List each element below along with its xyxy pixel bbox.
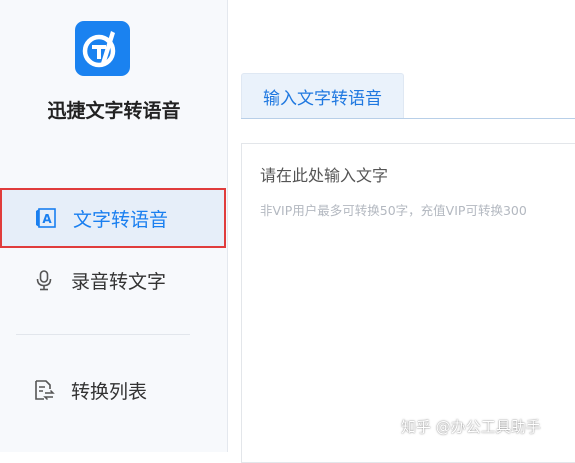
sidebar: 迅捷文字转语音 A 文字转语音 录音转文字 转换列表: [0, 0, 228, 452]
convert-list-icon: [33, 379, 55, 401]
sidebar-item-label: 文字转语音: [73, 208, 169, 231]
tab-underline: [241, 118, 575, 119]
sidebar-divider: [16, 334, 190, 335]
sidebar-item-speech-to-text[interactable]: 录音转文字: [0, 250, 226, 310]
app-title: 迅捷文字转语音: [47, 100, 181, 122]
text-a-icon: A: [35, 207, 57, 229]
watermark: 知乎 @办公工具助手: [401, 418, 541, 436]
sidebar-item-label: 录音转文字: [71, 270, 167, 293]
sidebar-item-label: 转换列表: [71, 380, 148, 403]
sidebar-item-convert-list[interactable]: 转换列表: [0, 360, 226, 420]
vip-limit-hint: 非VIP用户最多可转换50字，充值VIP可转换300: [260, 203, 527, 218]
app-logo-icon: [82, 31, 116, 68]
svg-text:A: A: [42, 212, 52, 226]
text-input-area[interactable]: 请在此处输入文字 非VIP用户最多可转换50字，充值VIP可转换300: [241, 143, 575, 463]
tab-text-to-speech-input[interactable]: 输入文字转语音: [241, 73, 404, 118]
text-input-placeholder: 请在此处输入文字: [260, 166, 389, 185]
sidebar-item-text-to-speech[interactable]: A 文字转语音: [0, 188, 226, 248]
microphone-icon: [33, 269, 55, 291]
app-logo: [75, 21, 130, 76]
